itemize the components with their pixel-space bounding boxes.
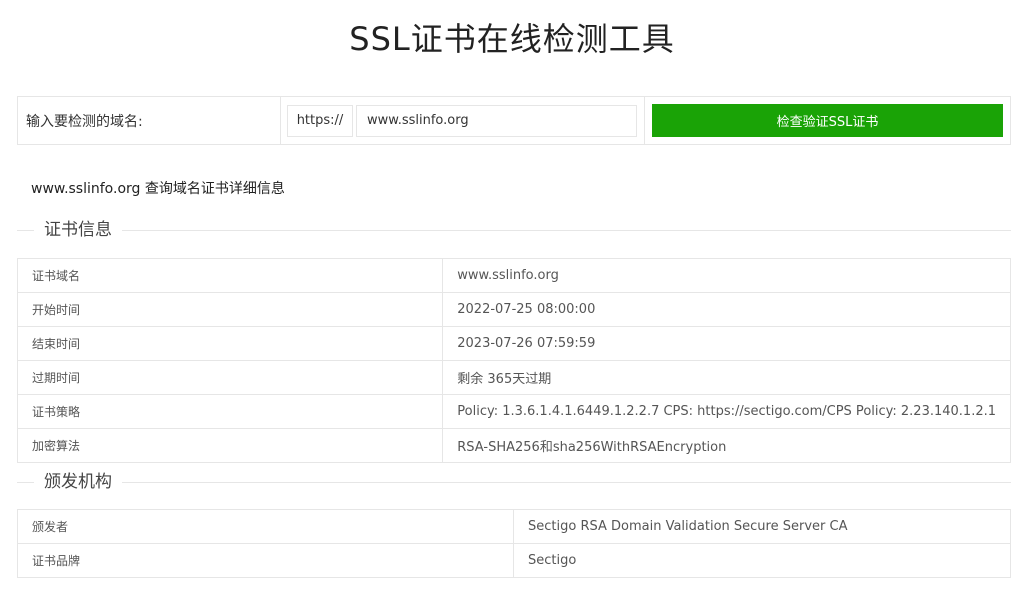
row-value: Sectigo RSA Domain Validation Secure Ser… <box>513 509 1011 544</box>
query-bar: 输入要检测的域名: https:// 检查验证SSL证书 <box>17 96 1011 145</box>
table-row: 颁发者 Sectigo RSA Domain Validation Secure… <box>17 509 1011 544</box>
row-key: 证书品牌 <box>17 543 514 578</box>
cert-section-title: 证书信息 <box>34 218 122 242</box>
issuer-info-table: 颁发者 Sectigo RSA Domain Validation Secure… <box>17 509 1011 578</box>
check-ssl-button[interactable]: 检查验证SSL证书 <box>652 104 1003 137</box>
protocol-prefix: https:// <box>287 104 353 137</box>
result-heading: www.sslinfo.org 查询域名证书详细信息 <box>31 181 285 197</box>
row-key: 开始时间 <box>16 292 444 327</box>
row-key: 过期时间 <box>16 360 444 395</box>
issuer-section-divider: 颁发机构 <box>17 470 1011 494</box>
page-title: SSL证书在线检测工具 <box>349 20 675 58</box>
cert-section-divider: 证书信息 <box>17 218 1011 242</box>
row-value: RSA-SHA256和sha256WithRSAEncryption <box>442 428 1011 463</box>
table-row: 结束时间 2023-07-26 07:59:59 <box>16 326 1011 361</box>
row-key: 证书域名 <box>16 258 444 293</box>
query-action: 检查验证SSL证书 <box>645 97 1010 144</box>
cert-info-table: 证书域名 www.sslinfo.org 开始时间 2022-07-25 08:… <box>16 258 1011 463</box>
table-row: 证书域名 www.sslinfo.org <box>16 258 1011 293</box>
query-inputs: https:// <box>281 97 645 144</box>
domain-input[interactable] <box>356 104 637 137</box>
table-row: 证书策略 Policy: 1.3.6.1.4.1.6449.1.2.2.7 CP… <box>16 394 1011 429</box>
row-value: 2022-07-25 08:00:00 <box>442 292 1011 327</box>
row-value: 剩余 365天过期 <box>442 360 1011 395</box>
table-row: 开始时间 2022-07-25 08:00:00 <box>16 292 1011 327</box>
row-value: 2023-07-26 07:59:59 <box>442 326 1011 361</box>
table-row: 过期时间 剩余 365天过期 <box>16 360 1011 395</box>
table-row: 加密算法 RSA-SHA256和sha256WithRSAEncryption <box>16 428 1011 463</box>
row-key: 加密算法 <box>16 428 444 463</box>
row-value: www.sslinfo.org <box>442 258 1011 293</box>
issuer-section-title: 颁发机构 <box>34 470 122 494</box>
row-key: 结束时间 <box>16 326 444 361</box>
domain-input-label: 输入要检测的域名: <box>18 97 281 144</box>
table-row: 证书品牌 Sectigo <box>17 543 1011 578</box>
row-key: 颁发者 <box>17 509 514 544</box>
row-key: 证书策略 <box>16 394 444 429</box>
row-value: Sectigo <box>513 543 1011 578</box>
row-value: Policy: 1.3.6.1.4.1.6449.1.2.2.7 CPS: ht… <box>442 394 1011 429</box>
